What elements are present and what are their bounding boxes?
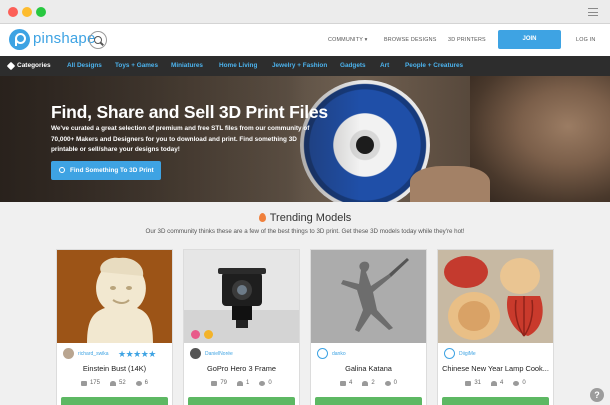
model-title[interactable]: Einstein Bust (14K) xyxy=(57,364,172,373)
author-name[interactable]: DanielNorée xyxy=(205,351,233,357)
category-toys-games[interactable]: Toys + Games xyxy=(115,62,158,69)
model-thumbnail[interactable] xyxy=(57,250,172,343)
card-stats: 175 52 6 xyxy=(57,380,172,386)
author-name[interactable]: danko xyxy=(332,351,346,357)
like-count: 1 xyxy=(246,380,250,386)
comment-icon xyxy=(384,380,391,386)
login-link[interactable]: LOG IN xyxy=(576,37,595,43)
model-card[interactable]: richard_swika ★★★★★ Einstein Bust (14K) … xyxy=(56,249,173,405)
category-jewelry-fashion[interactable]: Jewelry + Fashion xyxy=(272,62,327,69)
hero-title: Find, Share and Sell 3D Print Files xyxy=(51,102,328,122)
badge-icon xyxy=(191,330,200,339)
browser-chrome xyxy=(0,0,610,24)
maximize-window-button[interactable] xyxy=(36,7,46,17)
hero-person-image xyxy=(470,76,610,202)
comment-icon xyxy=(513,380,520,386)
avatar[interactable] xyxy=(317,348,328,359)
categories-bar: Categories All Designs Toys + Games Mini… xyxy=(0,56,610,76)
pinshape-logo-icon[interactable] xyxy=(9,29,30,50)
model-thumbnail[interactable] xyxy=(438,250,553,343)
download-button[interactable] xyxy=(315,397,422,405)
nav-community[interactable]: COMMUNITY ▾ xyxy=(328,37,368,43)
find-something-button[interactable]: Find Something To 3D Print xyxy=(51,161,161,180)
hero-description: We've curated a great selection of premi… xyxy=(51,125,310,153)
download-button[interactable] xyxy=(61,397,168,405)
join-button[interactable]: JOIN xyxy=(498,30,561,49)
comment-count: 0 xyxy=(393,380,398,386)
categories-label[interactable]: Categories xyxy=(17,62,51,69)
category-people-creatures[interactable]: People + Creatures xyxy=(405,62,463,69)
like-count: 4 xyxy=(500,380,504,386)
card-stats: 31 4 0 xyxy=(438,380,553,386)
comment-count: 0 xyxy=(522,380,526,386)
minimize-window-button[interactable] xyxy=(22,7,32,17)
comment-count: 0 xyxy=(268,380,272,386)
search-icon[interactable] xyxy=(89,31,107,49)
model-title[interactable]: Chinese New Year Lamp Cook... xyxy=(438,364,553,373)
close-window-button[interactable] xyxy=(8,7,18,17)
hero-hand-image xyxy=(410,166,490,202)
download-button[interactable] xyxy=(188,397,295,405)
nav-browse-designs[interactable]: BROWSE DESIGNS xyxy=(384,37,437,43)
category-gadgets[interactable]: Gadgets xyxy=(340,62,366,69)
heart-icon[interactable] xyxy=(362,380,369,386)
eye-icon xyxy=(339,380,346,386)
model-card[interactable]: DiigiMe Chinese New Year Lamp Cook... 31… xyxy=(437,249,554,405)
category-art[interactable]: Art xyxy=(380,62,389,69)
nav-3d-printers[interactable]: 3D PRINTERS xyxy=(448,37,486,43)
model-thumbnail[interactable] xyxy=(311,250,426,343)
menu-icon[interactable] xyxy=(588,8,598,16)
eye-icon xyxy=(211,380,218,386)
eye-icon xyxy=(80,380,87,386)
search-icon xyxy=(59,167,65,173)
model-thumbnail[interactable] xyxy=(184,250,299,343)
trending-subtitle: Our 3D community thinks these are a few … xyxy=(145,228,465,235)
comment-count: 6 xyxy=(144,380,149,386)
rating-stars: ★★★★★ xyxy=(118,349,156,359)
comment-icon xyxy=(259,380,266,386)
avatar[interactable] xyxy=(190,348,201,359)
eye-icon xyxy=(465,380,472,386)
category-home-living[interactable]: Home Living xyxy=(219,62,257,69)
like-count: 52 xyxy=(118,380,126,386)
model-title[interactable]: GoPro Hero 3 Frame xyxy=(184,364,299,373)
tag-icon xyxy=(6,61,16,71)
author-name[interactable]: richard_swika xyxy=(78,351,109,357)
like-count: 2 xyxy=(371,380,375,386)
view-count: 175 xyxy=(89,380,100,386)
model-card[interactable]: DanielNorée GoPro Hero 3 Frame 79 1 0 xyxy=(183,249,300,405)
flame-icon xyxy=(258,213,266,222)
card-stats: 4 2 0 xyxy=(311,380,426,386)
heart-icon[interactable] xyxy=(237,380,243,386)
trending-title: Trending Models xyxy=(0,212,610,224)
heart-icon[interactable] xyxy=(491,380,497,386)
view-count: 31 xyxy=(474,380,481,386)
category-miniatures[interactable]: Miniatures xyxy=(171,62,203,69)
heart-icon[interactable] xyxy=(109,380,116,386)
category-all-designs[interactable]: All Designs xyxy=(67,62,102,69)
site-header: pinshape COMMUNITY ▾ BROWSE DESIGNS 3D P… xyxy=(0,24,610,56)
card-stats: 79 1 0 xyxy=(184,380,299,386)
download-button[interactable] xyxy=(442,397,549,405)
help-button[interactable]: ? xyxy=(590,388,604,402)
author-name[interactable]: DiigiMe xyxy=(459,351,476,357)
avatar[interactable] xyxy=(63,348,74,359)
logo-text[interactable]: pinshape xyxy=(33,30,96,47)
view-count: 4 xyxy=(348,380,353,386)
model-title[interactable]: Galina Katana xyxy=(311,364,426,373)
avatar[interactable] xyxy=(444,348,455,359)
trending-title-text: Trending Models xyxy=(269,212,352,224)
view-count: 79 xyxy=(220,380,227,386)
badge-icon xyxy=(204,330,213,339)
comment-icon xyxy=(135,380,142,386)
model-card[interactable]: danko Galina Katana 4 2 0 xyxy=(310,249,427,405)
